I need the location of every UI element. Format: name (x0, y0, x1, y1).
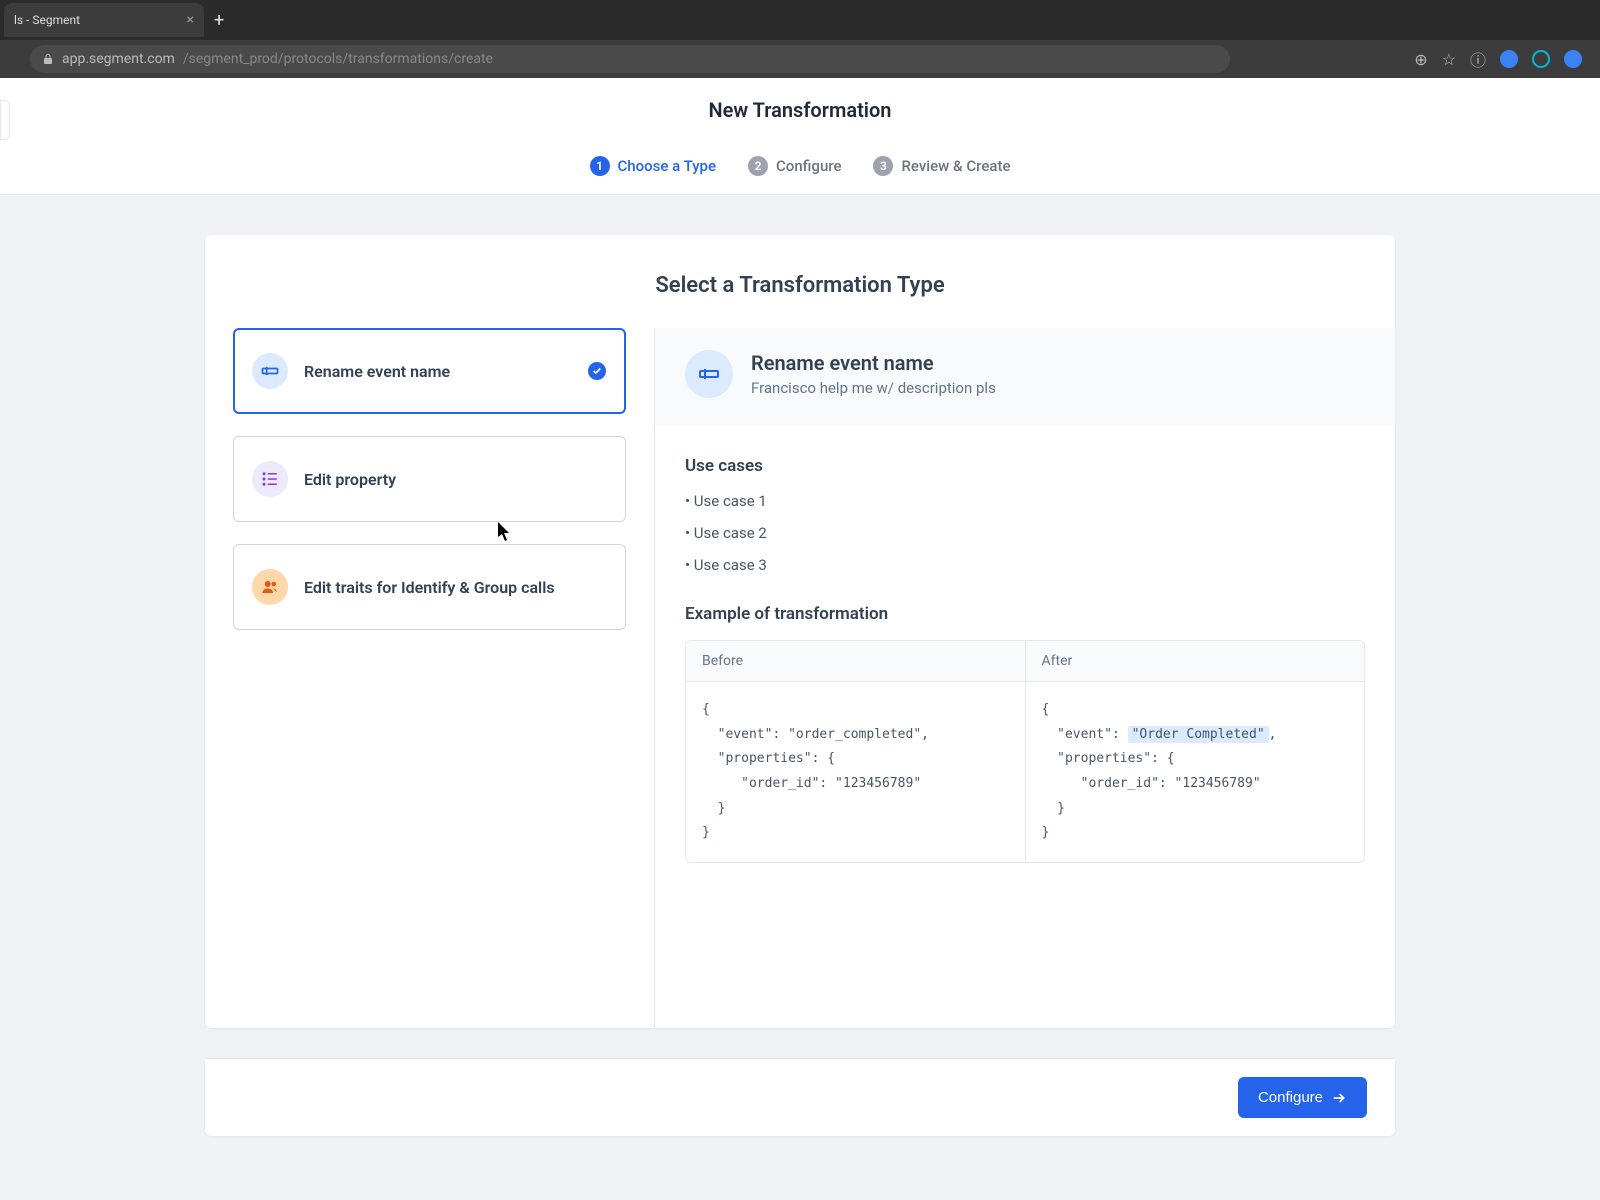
extension-icon-3[interactable] (1564, 50, 1582, 68)
before-code: { "event": "order_completed", "propertie… (686, 682, 1025, 862)
card-title: Select a Transformation Type (205, 235, 1395, 328)
footer-bar: Configure (205, 1058, 1395, 1136)
after-label: After (1026, 641, 1365, 682)
tab-title: ls - Segment (14, 13, 80, 27)
step-review-create[interactable]: 3 Review & Create (873, 156, 1010, 176)
button-label: Configure (1258, 1089, 1323, 1106)
main-card: Select a Transformation Type Rename even… (205, 235, 1395, 1028)
step-number: 2 (748, 156, 768, 176)
arrow-right-icon (1331, 1090, 1347, 1106)
sidebar-toggle[interactable] (0, 100, 10, 140)
before-label: Before (686, 641, 1025, 682)
step-label: Configure (776, 157, 841, 175)
detail-title: Rename event name (751, 351, 996, 375)
option-label: Rename event name (304, 362, 450, 381)
extension-icon-2[interactable] (1532, 50, 1550, 68)
example-heading: Example of transformation (685, 604, 1365, 624)
use-case-item: Use case 2 (685, 524, 1365, 542)
step-label: Choose a Type (618, 157, 717, 175)
code-compare: Before { "event": "order_completed", "pr… (685, 640, 1365, 863)
page-title: New Transformation (0, 78, 1600, 142)
stepper: 1 Choose a Type 2 Configure 3 Review & C… (0, 142, 1600, 194)
close-icon[interactable]: × (187, 12, 194, 28)
star-icon[interactable]: ☆ (1442, 50, 1456, 69)
step-label: Review & Create (901, 157, 1010, 175)
configure-button[interactable]: Configure (1238, 1077, 1367, 1118)
card-body: Rename event name Edit property Edit tra… (205, 328, 1395, 1028)
browser-tab[interactable]: ls - Segment × (4, 3, 204, 37)
url-host: app.segment.com (62, 51, 175, 67)
plus-icon[interactable]: + (214, 10, 224, 31)
extension-icon-zoom[interactable] (1500, 50, 1518, 68)
option-edit-traits[interactable]: Edit traits for Identify & Group calls (233, 544, 626, 630)
rename-icon (252, 353, 288, 389)
options-panel: Rename event name Edit property Edit tra… (205, 328, 655, 1028)
list-icon (252, 461, 288, 497)
step-configure[interactable]: 2 Configure (748, 156, 841, 176)
tab-bar: ls - Segment × + (0, 0, 1600, 40)
use-case-item: Use case 3 (685, 556, 1365, 574)
detail-body: Use cases Use case 1 Use case 2 Use case… (655, 426, 1395, 893)
check-icon (588, 362, 606, 380)
users-icon (252, 569, 288, 605)
toolbar-icons: ⊕ ☆ ⓘ (1414, 47, 1582, 71)
zoom-icon[interactable]: ⊕ (1414, 50, 1427, 69)
example-section: Example of transformation Before { "even… (685, 604, 1365, 863)
option-label: Edit traits for Identify & Group calls (304, 578, 555, 597)
usecases-heading: Use cases (685, 456, 1365, 476)
highlighted-change: "Order Completed" (1128, 726, 1269, 743)
after-column: After { "event": "Order Completed", "pro… (1026, 641, 1365, 862)
option-rename-event[interactable]: Rename event name (233, 328, 626, 414)
use-case-item: Use case 1 (685, 492, 1365, 510)
use-cases-list: Use case 1 Use case 2 Use case 3 (685, 492, 1365, 574)
rename-icon (685, 350, 733, 398)
option-edit-property[interactable]: Edit property (233, 436, 626, 522)
detail-description: Francisco help me w/ description pls (751, 379, 996, 397)
browser-chrome: ls - Segment × + app.segment.com/segment… (0, 0, 1600, 78)
option-label: Edit property (304, 470, 396, 489)
step-number: 1 (590, 156, 610, 176)
before-column: Before { "event": "order_completed", "pr… (686, 641, 1026, 862)
after-code: { "event": "Order Completed", "propertie… (1026, 682, 1365, 862)
step-number: 3 (873, 156, 893, 176)
detail-panel: Rename event name Francisco help me w/ d… (655, 328, 1395, 1028)
url-path: /segment_prod/protocols/transformations/… (183, 51, 493, 67)
url-field[interactable]: app.segment.com/segment_prod/protocols/t… (30, 45, 1230, 73)
info-icon[interactable]: ⓘ (1470, 47, 1486, 71)
address-bar: app.segment.com/segment_prod/protocols/t… (0, 40, 1600, 78)
step-choose-type[interactable]: 1 Choose a Type (590, 156, 717, 176)
app-header: New Transformation 1 Choose a Type 2 Con… (0, 78, 1600, 195)
lock-icon (42, 53, 54, 65)
detail-header: Rename event name Francisco help me w/ d… (655, 328, 1395, 426)
